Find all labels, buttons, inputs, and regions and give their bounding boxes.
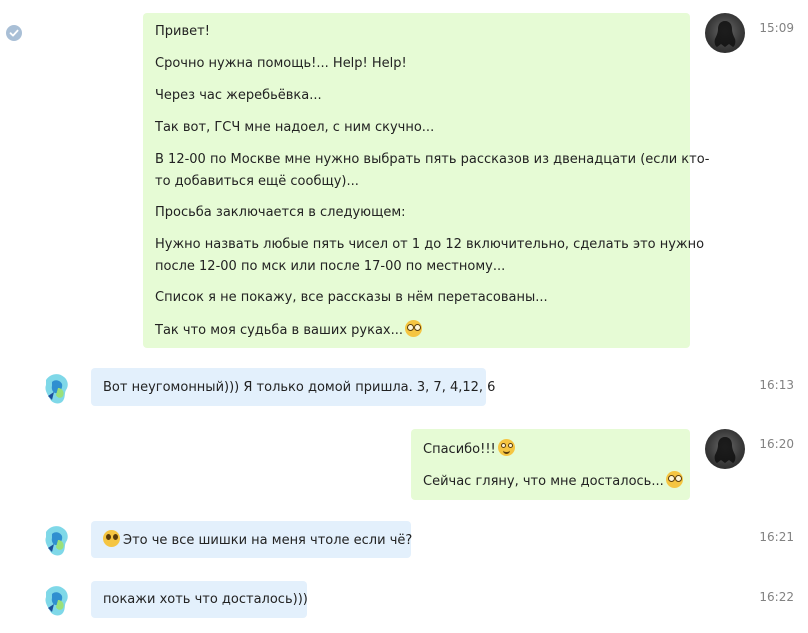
avatar-art-icon bbox=[45, 526, 68, 556]
message-text: покажи хоть что досталось))) bbox=[103, 592, 308, 607]
message-text: Вот неугомонный))) Я только домой пришла… bbox=[103, 380, 496, 395]
avatar[interactable] bbox=[38, 368, 78, 408]
nerd-glasses-emoji bbox=[405, 320, 422, 337]
message-text-with-emoji: Спасибо!!! bbox=[423, 439, 515, 460]
message-text: Через час жеребьёвка... bbox=[155, 88, 322, 103]
message-bubble: Это че все шишки на меня чтоле если чё? bbox=[91, 521, 412, 558]
message-bubble: покажи хоть что досталось))) bbox=[91, 581, 308, 618]
message-text: Так вот, ГСЧ мне надоел, с ним скучно... bbox=[155, 120, 435, 135]
avatar[interactable] bbox=[705, 429, 745, 469]
smiling-emoji bbox=[497, 439, 515, 456]
message-text: после 12-00 по мск или после 17-00 по ме… bbox=[155, 259, 506, 274]
message-timestamp: 16:13 bbox=[759, 378, 794, 392]
message-bubble: Вот неугомонный))) Я только домой пришла… bbox=[91, 368, 495, 406]
message-text: то добавиться ещё сообщу)... bbox=[155, 174, 359, 189]
message-timestamp: 15:09 bbox=[759, 21, 794, 35]
message-bubble: Привет! Срочно нужна помощь!... Help! He… bbox=[143, 13, 709, 348]
message-text-with-emoji: Так что моя судьба в ваших руках... bbox=[155, 320, 422, 341]
message-bubble: Спасибо!!! Сейчас гляну, что мне достало… bbox=[411, 429, 690, 500]
surprised-emoji bbox=[103, 530, 120, 547]
avatar-art-icon bbox=[45, 586, 68, 616]
message-text: Сейчас гляну, что мне досталось... bbox=[423, 474, 664, 489]
message-text: Спасибо!!! bbox=[423, 442, 496, 457]
message-timestamp: 16:20 bbox=[759, 437, 794, 451]
message-text: Это че все шишки на меня чтоле если чё? bbox=[123, 533, 413, 548]
message-text: Срочно нужна помощь!... Help! Help! bbox=[155, 56, 407, 71]
message-text: Список я не покажу, все рассказы в нём п… bbox=[155, 290, 548, 305]
message-timestamp: 16:22 bbox=[759, 590, 794, 604]
avatar[interactable] bbox=[38, 520, 78, 560]
message-text: Привет! bbox=[155, 24, 210, 39]
avatar[interactable] bbox=[38, 580, 78, 620]
message-text: Так что моя судьба в ваших руках... bbox=[155, 323, 403, 338]
avatar-silhouette-icon bbox=[714, 21, 736, 47]
checkmark-circle-icon bbox=[6, 25, 22, 41]
message-text: Нужно назвать любые пять чисел от 1 до 1… bbox=[155, 237, 705, 252]
avatar-silhouette-icon bbox=[714, 437, 736, 463]
nerd-glasses-emoji bbox=[665, 471, 683, 488]
avatar-art-icon bbox=[45, 374, 68, 404]
message-text: В 12-00 по Москве мне нужно выбрать пять… bbox=[155, 152, 710, 167]
avatar[interactable] bbox=[705, 13, 745, 53]
message-text-with-emoji: Это че все шишки на меня чтоле если чё? bbox=[103, 530, 412, 551]
message-timestamp: 16:21 bbox=[759, 530, 794, 544]
message-text-with-emoji: Сейчас гляну, что мне досталось... bbox=[423, 471, 683, 492]
message-text: Просьба заключается в следующем: bbox=[155, 205, 406, 220]
